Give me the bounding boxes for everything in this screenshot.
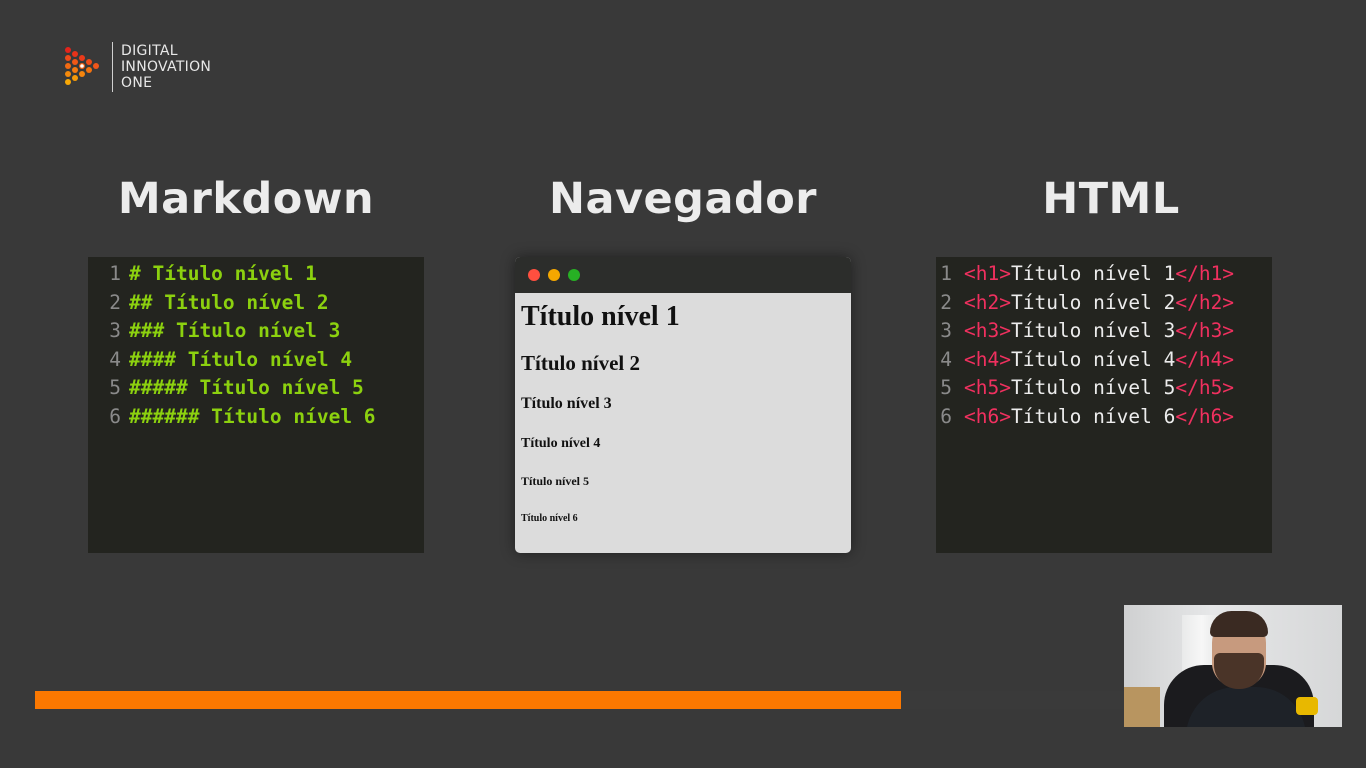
- dio-logo-icon: [65, 47, 99, 85]
- rendered-h6: Título nível 6: [521, 513, 578, 524]
- logo-divider: [112, 42, 113, 92]
- line-number: 6: [109, 404, 121, 428]
- video-progress-fill: [35, 691, 901, 709]
- open-tag: <h2>: [964, 290, 1011, 314]
- markdown-title: Markdown: [117, 174, 375, 224]
- close-tag: </h2>: [1175, 290, 1235, 314]
- rendered-h3: Título nível 3: [521, 395, 612, 412]
- line-number: 1: [109, 262, 121, 285]
- html-line: <h1>Título nível 1</h1>: [964, 260, 1234, 289]
- brand-line-2: INNOVATION: [121, 59, 212, 75]
- video-progress-bar[interactable]: [35, 691, 1124, 709]
- presenter-webcam-icon: [1124, 605, 1342, 727]
- tag-text: Título nível 3: [1010, 319, 1176, 342]
- line-number: 2: [109, 290, 121, 314]
- line-number: 5: [109, 376, 121, 399]
- close-dot-icon[interactable]: [528, 269, 540, 281]
- brand-logo: DIGITAL INNOVATION ONE: [62, 42, 211, 92]
- code-line: 4 #### Título nível 4: [88, 346, 424, 375]
- rendered-h2: Título nível 2: [521, 351, 641, 375]
- code-line: 6 ###### Título nível 6: [88, 403, 424, 432]
- brand-line-3: ONE: [121, 75, 153, 91]
- minimize-dot-icon[interactable]: [548, 269, 560, 281]
- rendered-h4: Título nível 4: [521, 436, 601, 451]
- markdown-heading-5: ##### Título nível 5: [129, 376, 364, 399]
- code-line: 3 <h3>Título nível 3</h3>: [936, 317, 1272, 346]
- brand-line-1: DIGITAL: [121, 43, 178, 59]
- browser-preview-window: Título nível 1 Título nível 2 Título nív…: [515, 257, 851, 553]
- line-number: 2: [940, 290, 952, 314]
- rendered-h5: Título nível 5: [521, 474, 590, 488]
- browser-titlebar: [515, 257, 851, 293]
- tag-text: Título nível 6: [1010, 404, 1176, 428]
- line-number: 1: [940, 262, 952, 285]
- markdown-heading-2: ## Título nível 2: [129, 290, 329, 314]
- line-number: 5: [940, 376, 952, 399]
- markdown-heading-6: ###### Título nível 6: [129, 404, 376, 428]
- open-tag: <h5>: [964, 376, 1011, 399]
- code-line: 5 <h5>Título nível 5</h5>: [936, 374, 1272, 403]
- html-line: <h4>Título nível 4</h4>: [964, 346, 1234, 375]
- open-tag: <h1>: [964, 262, 1011, 285]
- code-line: 2 ## Título nível 2: [88, 289, 424, 318]
- open-tag: <h6>: [964, 404, 1011, 428]
- line-number: 3: [940, 319, 952, 342]
- html-line: <h2>Título nível 2</h2>: [964, 289, 1234, 318]
- maximize-dot-icon[interactable]: [568, 269, 580, 281]
- line-number: 4: [940, 347, 952, 371]
- markdown-heading-1: # Título nível 1: [129, 262, 317, 285]
- brand-name: DIGITAL INNOVATION ONE: [121, 43, 211, 91]
- slide: DIGITAL INNOVATION ONE Markdown Navegado…: [0, 0, 1366, 768]
- line-number: 4: [109, 347, 121, 371]
- browser-content: Título nível 1 Título nível 2 Título nív…: [515, 293, 851, 533]
- html-title: HTML: [1042, 174, 1180, 224]
- code-line: 1 # Título nível 1: [88, 260, 424, 289]
- tag-text: Título nível 5: [1010, 376, 1176, 399]
- markdown-heading-4: #### Título nível 4: [129, 347, 353, 371]
- open-tag: <h3>: [964, 319, 1011, 342]
- rendered-h1: Título nível 1: [521, 301, 680, 332]
- html-code-panel: 1 <h1>Título nível 1</h1> 2 <h2>Título nív…: [936, 257, 1272, 553]
- close-tag: </h3>: [1175, 319, 1235, 342]
- line-number: 6: [940, 404, 952, 428]
- line-number: 3: [109, 319, 121, 342]
- tag-text: Título nível 4: [1010, 347, 1176, 371]
- code-line: 6 <h6>Título nível 6</h6>: [936, 403, 1272, 432]
- markdown-heading-3: ### Título nível 3: [129, 319, 341, 342]
- close-tag: </h4>: [1175, 347, 1235, 371]
- html-line: <h3>Título nível 3</h3>: [964, 317, 1234, 346]
- tag-text: Título nível 2: [1010, 290, 1176, 314]
- code-line: 1 <h1>Título nível 1</h1>: [936, 260, 1272, 289]
- tag-text: Título nível 1: [1010, 262, 1176, 285]
- markdown-code-panel: 1 # Título nível 1 2 ## Título nível 2 3 ##…: [88, 257, 424, 553]
- html-line: <h5>Título nível 5</h5>: [964, 374, 1234, 403]
- html-line: <h6>Título nível 6</h6>: [964, 403, 1234, 432]
- browser-title: Navegador: [548, 174, 818, 224]
- close-tag: </h5>: [1175, 376, 1235, 399]
- code-line: 4 <h4>Título nível 4</h4>: [936, 346, 1272, 375]
- open-tag: <h4>: [964, 347, 1011, 371]
- code-line: 5 ##### Título nível 5: [88, 374, 424, 403]
- code-line: 3 ### Título nível 3: [88, 317, 424, 346]
- code-line: 2 <h2>Título nível 2</h2>: [936, 289, 1272, 318]
- close-tag: </h1>: [1175, 262, 1235, 285]
- close-tag: </h6>: [1175, 404, 1235, 428]
